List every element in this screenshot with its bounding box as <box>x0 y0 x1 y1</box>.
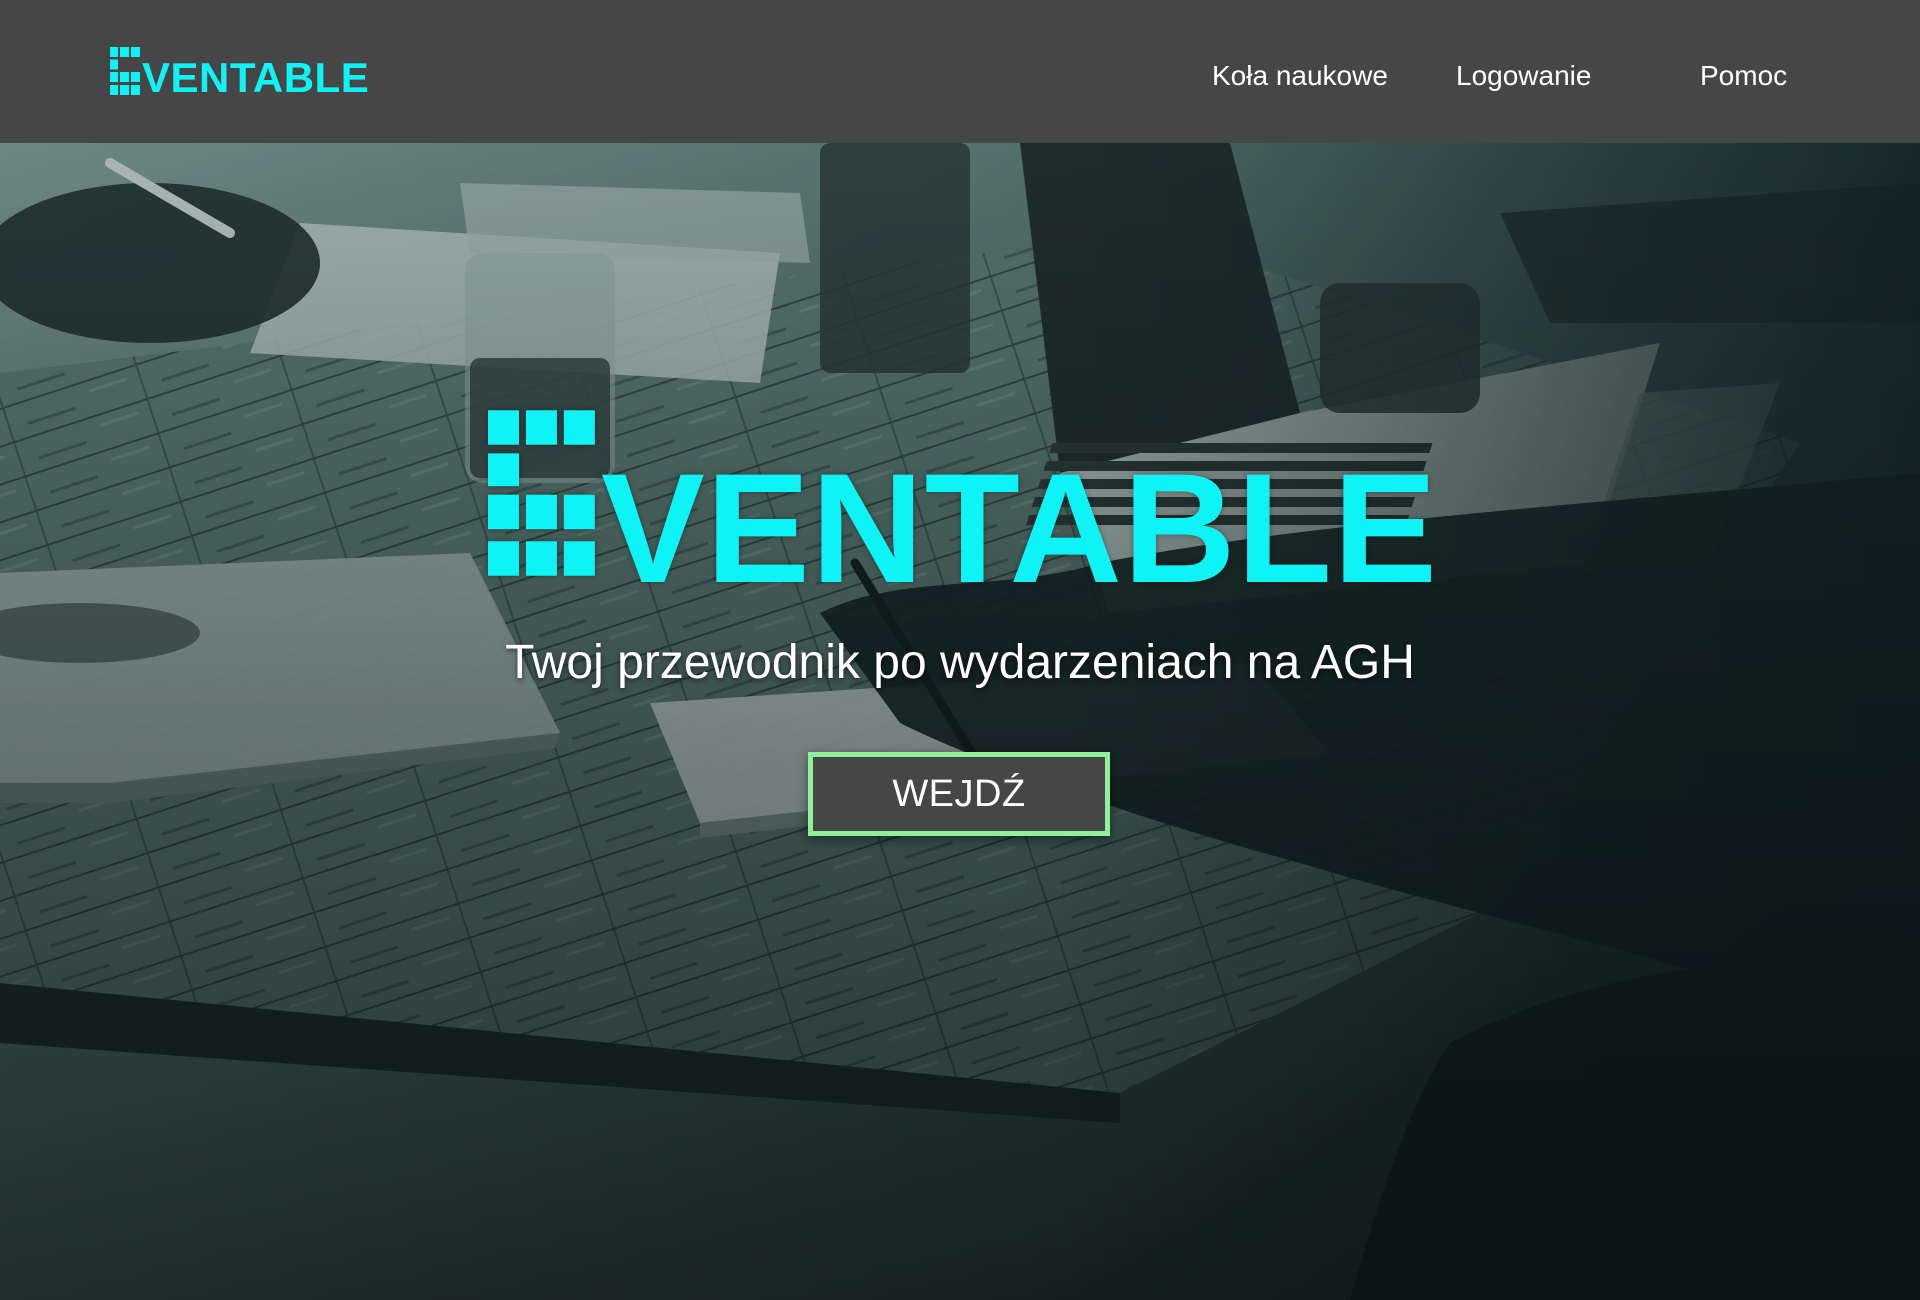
top-navigation-bar: VENTABLE Koła naukowe Logowanie Pomoc <box>0 0 1920 143</box>
brand-name: VENTABLE <box>142 54 370 101</box>
brand-logo-link[interactable]: VENTABLE <box>110 43 369 99</box>
hero-logo: VENTABLE <box>488 389 1438 607</box>
nav-link-pomoc[interactable]: Pomoc <box>1700 62 1787 90</box>
nav-link-kola-naukowe[interactable]: Koła naukowe <box>1212 62 1388 90</box>
hero-title: VENTABLE <box>600 442 1438 616</box>
enter-button[interactable]: WEJDŹ <box>808 752 1110 836</box>
nav-link-logowanie[interactable]: Logowanie <box>1456 62 1591 90</box>
logo-e-mark-icon <box>110 47 140 95</box>
hero-logo-e-mark-icon <box>488 410 595 576</box>
hero-section: VENTABLE Twoj przewodnik po wydarzeniach… <box>0 143 1920 1300</box>
hero-tagline: Twoj przewodnik po wydarzeniach na AGH <box>505 636 1415 689</box>
hero-background-photo <box>0 143 1920 1300</box>
